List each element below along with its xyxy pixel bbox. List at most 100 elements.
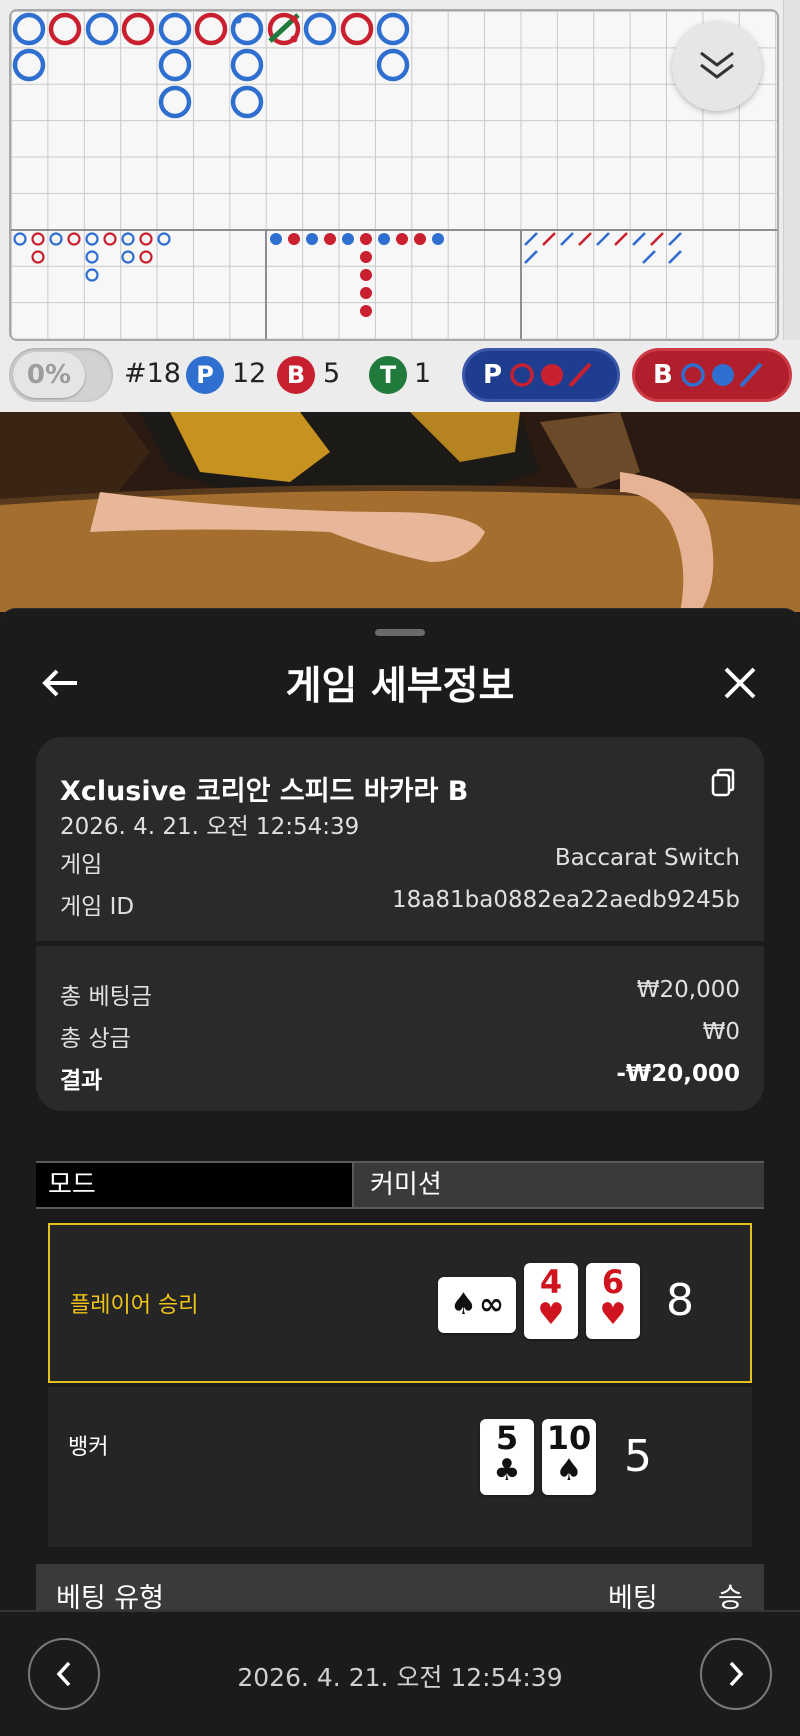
card-rank: 5 — [495, 1419, 519, 1457]
player-hand-row: 플레이어 승리 ♠ ∞ 4 ♥ 6 ♥ 8 — [48, 1223, 752, 1383]
banker-prediction-letter: B — [653, 360, 673, 390]
banker-pair-dot — [290, 15, 298, 23]
copy-button[interactable] — [706, 767, 738, 799]
result-label: 결과 — [60, 1068, 103, 1094]
cockroach-mark — [668, 250, 682, 264]
round-navigation: 2026. 4. 21. 오전 12:54:39 — [0, 1610, 800, 1736]
big-eye-mark — [157, 232, 171, 246]
next-round-button[interactable] — [700, 1638, 772, 1710]
cut-percent-value: 0% — [13, 352, 85, 398]
small-road-mark — [360, 269, 372, 281]
result-value: -₩20,000 — [616, 1061, 740, 1087]
big-eye-mark — [85, 250, 99, 264]
big-road-player-mark — [230, 85, 264, 119]
small-road-mark — [270, 233, 282, 245]
game-type-label: 게임 — [60, 852, 103, 878]
cockroach-mark — [524, 250, 538, 264]
big-road-player-mark — [376, 12, 410, 46]
double-chevron-down-icon — [700, 51, 734, 79]
small-road-mark — [378, 233, 390, 245]
collapse-roadmap-button[interactable] — [672, 21, 762, 111]
big-road-player-mark — [303, 12, 337, 46]
small-road-mark — [360, 233, 372, 245]
cockroach-mark — [668, 232, 682, 246]
player-cards: ♠ ∞ 4 ♥ 6 ♥ — [438, 1263, 648, 1339]
prediction-marks-icon — [681, 362, 763, 388]
game-detail-panel: 게임 세부정보 Xclusive 코리안 스피드 바카라 B 2026. 4. … — [0, 608, 800, 1735]
big-eye-mark — [139, 232, 153, 246]
tie-count: 1 — [414, 358, 432, 389]
banker-pair-dot — [290, 35, 298, 43]
live-video — [0, 412, 800, 612]
drag-handle[interactable] — [375, 629, 425, 636]
big-eye-mark — [139, 250, 153, 264]
small-road-mark — [360, 305, 372, 317]
round-number: #18 — [124, 358, 181, 389]
big-eye-road — [13, 232, 171, 282]
banker-prediction-button[interactable]: B — [632, 348, 792, 402]
total-win-label: 총 상금 — [60, 1026, 131, 1052]
big-road-player-mark — [158, 48, 192, 82]
player-score: 8 — [666, 1275, 694, 1326]
player-prediction-button[interactable]: P — [462, 348, 620, 402]
big-eye-mark — [31, 232, 45, 246]
small-road-mark — [432, 233, 444, 245]
big-road-player-mark — [12, 12, 46, 46]
card-suit: ♣ — [493, 1453, 521, 1488]
close-icon — [724, 667, 756, 699]
card-suit: ♠ — [450, 1287, 477, 1322]
big-road-player-mark — [12, 48, 46, 82]
banker-score: 5 — [624, 1431, 652, 1482]
total-win-value: ₩0 — [702, 1019, 740, 1045]
cockroach-mark — [614, 232, 628, 246]
card-suit: ♥ — [599, 1297, 627, 1332]
round-datetime: 2026. 4. 21. 오전 12:54:39 — [237, 1663, 563, 1692]
cockroach-mark — [524, 232, 538, 246]
roadmap-board[interactable] — [9, 9, 779, 341]
card-rank: ∞ — [478, 1287, 504, 1322]
card-suit: ♠ — [555, 1453, 583, 1488]
prediction-marks-icon — [510, 362, 592, 388]
player-card: 4 ♥ — [524, 1263, 578, 1339]
cockroach-road — [524, 232, 682, 264]
banker-card: 10 ♠ — [542, 1419, 596, 1495]
cockroach-mark — [642, 250, 656, 264]
small-road — [270, 233, 444, 317]
mode-label: 모드 — [36, 1163, 352, 1207]
mode-value: 커미션 — [352, 1163, 764, 1207]
big-eye-mark — [13, 232, 27, 246]
big-road-banker-mark — [121, 12, 155, 46]
card-rank: 10 — [546, 1419, 592, 1457]
big-road-player-mark — [85, 12, 119, 46]
game-table-name: Xclusive 코리안 스피드 바카라 B — [60, 776, 469, 807]
card-suit: ♥ — [537, 1297, 565, 1332]
close-button[interactable] — [716, 659, 764, 707]
total-bet-value: ₩20,000 — [636, 977, 740, 1003]
small-road-mark — [396, 233, 408, 245]
card-rank: 6 — [601, 1263, 625, 1301]
big-eye-mark — [103, 232, 117, 246]
big-road-player-mark — [158, 85, 192, 119]
small-road-mark — [306, 233, 318, 245]
total-bet-label: 총 베팅금 — [60, 984, 152, 1010]
small-road-mark — [414, 233, 426, 245]
big-eye-mark — [67, 232, 81, 246]
tie-badge: T — [369, 356, 407, 394]
big-road — [12, 12, 410, 119]
card-separator — [36, 941, 764, 946]
roadmap-area: 0% #18 P 12 B 5 T 1 P B — [0, 0, 800, 412]
big-road-banker-mark — [194, 12, 228, 46]
cockroach-mark — [578, 232, 592, 246]
banker-card: 5 ♣ — [480, 1419, 534, 1495]
big-road-player-mark — [158, 12, 192, 46]
small-road-mark — [360, 251, 372, 263]
banker-label: 뱅커 — [68, 1435, 109, 1460]
player-side-card: ♠ ∞ — [438, 1277, 516, 1333]
game-id-value[interactable]: 18a81ba0882ea22aedb9245b — [392, 887, 740, 913]
game-type-value: Baccarat Switch — [554, 845, 740, 871]
big-eye-mark — [31, 250, 45, 264]
game-info-card: Xclusive 코리안 스피드 바카라 B 2026. 4. 21. 오전 1… — [36, 737, 764, 1111]
cut-percent-toggle[interactable]: 0% — [9, 348, 113, 402]
dealer-video-frame — [0, 412, 800, 612]
small-road-mark — [324, 233, 336, 245]
